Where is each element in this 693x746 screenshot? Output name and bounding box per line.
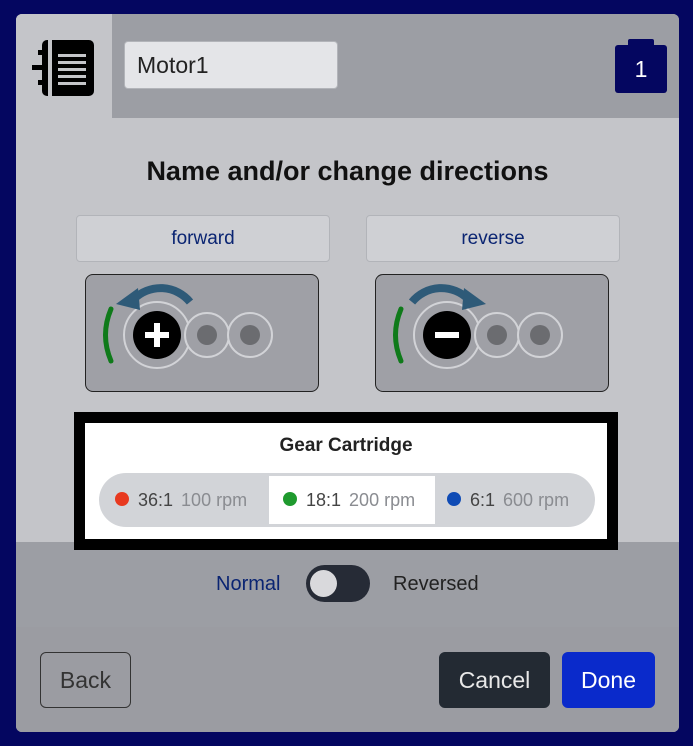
reverse-name-input[interactable] [366, 215, 620, 262]
back-button[interactable]: Back [40, 652, 131, 708]
clockwise-arrow-minus-icon [393, 284, 563, 369]
dialog-title: Name and/or change directions [146, 156, 549, 186]
motor-icon-tab [16, 14, 112, 118]
gear-option-6-1[interactable]: 6:1 600 rpm [447, 476, 569, 524]
green-dot-icon [283, 492, 297, 507]
done-button[interactable]: Done [562, 652, 655, 708]
dialog-header: 1 [16, 14, 679, 118]
toggle-knob [310, 570, 337, 597]
gear-cartridge-panel: Gear Cartridge 36:1 100 rpm 18:1 200 rpm 6… [74, 412, 618, 550]
cancel-button[interactable]: Cancel [439, 652, 550, 708]
counterclockwise-arrow-plus-icon [103, 284, 273, 369]
motor-name-input[interactable] [124, 41, 338, 89]
direction-reverse-toggle[interactable] [306, 565, 370, 602]
gear-cartridge-title: Gear Cartridge [279, 435, 413, 456]
blue-dot-icon [447, 492, 461, 507]
forward-name-input[interactable] [76, 215, 330, 262]
toggle-label-normal: Normal [216, 573, 281, 595]
toggle-label-reversed: Reversed [393, 573, 479, 595]
port-badge: 1 [615, 39, 667, 93]
gear-option-18-1[interactable]: 18:1 200 rpm [269, 476, 435, 524]
reverse-direction-card[interactable] [375, 274, 609, 392]
motor-config-dialog: 1 Name and/or change directions [16, 14, 679, 732]
gear-option-36-1[interactable]: 36:1 100 rpm [115, 476, 247, 524]
port-number: 1 [634, 56, 648, 82]
smart-motor-icon [32, 40, 94, 96]
forward-direction-card[interactable] [85, 274, 319, 392]
gear-cartridge-selector: 36:1 100 rpm 18:1 200 rpm 6:1 600 rpm [99, 473, 595, 527]
red-dot-icon [115, 492, 129, 507]
